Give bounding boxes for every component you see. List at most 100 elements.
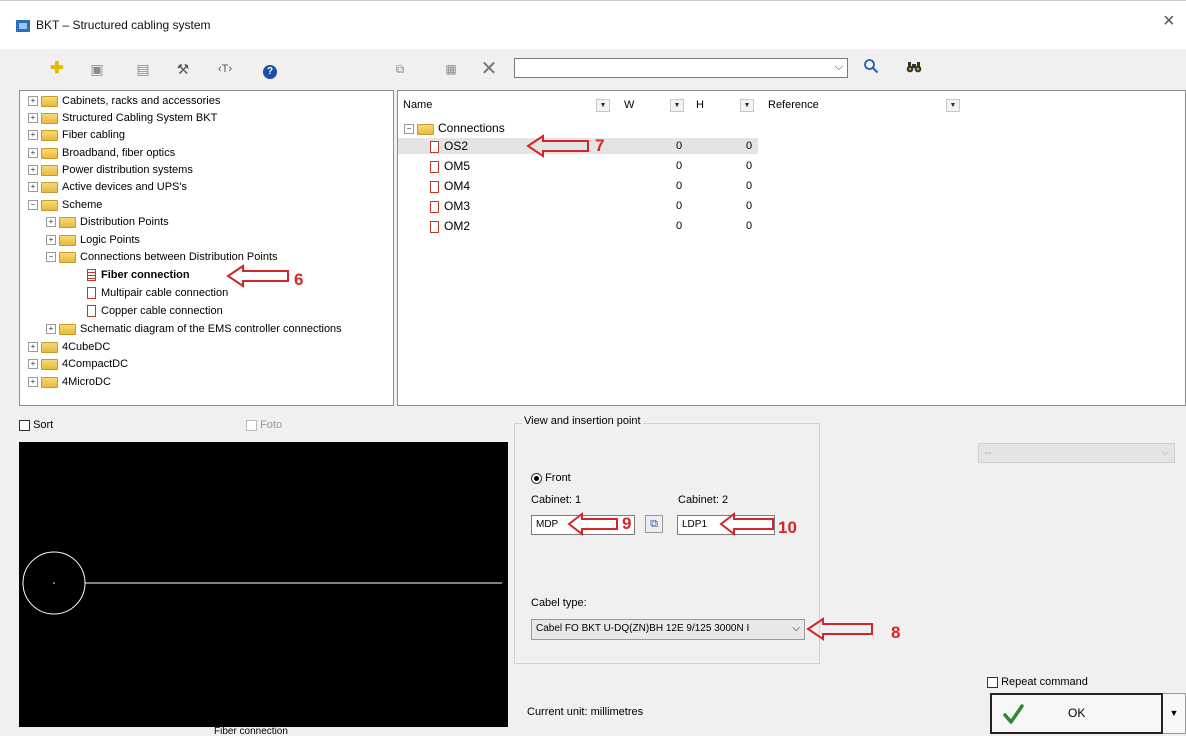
column-filter-button[interactable]: ▼ — [670, 99, 684, 112]
column-filter-button[interactable]: ▼ — [740, 99, 754, 112]
tree-item-selected[interactable]: Fiber connection — [87, 267, 190, 283]
checkbox-box[interactable] — [19, 419, 30, 431]
cell-w: 0 — [676, 160, 683, 172]
tree-item[interactable]: + Logic Points — [46, 232, 140, 248]
table-icon[interactable]: ▦ — [440, 58, 462, 80]
table-row[interactable]: OM4 — [430, 178, 470, 194]
document-icon — [430, 200, 439, 213]
search-combobox[interactable]: ⌵ — [514, 58, 848, 78]
folder-icon — [417, 123, 434, 135]
fiber-preview-drawing — [22, 551, 502, 615]
binoculars-icon[interactable] — [903, 58, 925, 80]
insert-icon[interactable]: ▣ — [86, 58, 108, 80]
app-icon — [16, 20, 30, 32]
delete-icon[interactable]: ✕ — [478, 58, 500, 80]
expand-icon[interactable]: + — [28, 96, 38, 107]
checkbox-box[interactable] — [987, 676, 998, 688]
table-row[interactable]: OM2 — [430, 218, 470, 234]
tree-item[interactable]: + Fiber cabling — [28, 127, 125, 143]
expand-icon[interactable]: + — [28, 148, 38, 159]
cable-type-select[interactable]: Cabel FO BKT U-DQ(ZN)BH 12E 9/125 3000N … — [531, 619, 805, 640]
tree-item[interactable]: +4CubeDC — [28, 339, 110, 355]
tree-item[interactable]: − Scheme — [28, 197, 102, 213]
expand-icon[interactable]: + — [28, 342, 38, 353]
column-header-h[interactable]: H — [696, 97, 704, 113]
list-icon[interactable]: ▤ — [132, 58, 154, 80]
pick-cabinet-button[interactable]: ⧉ — [645, 515, 663, 533]
column-header-name[interactable]: Name — [403, 97, 432, 113]
checkbox-box[interactable] — [246, 419, 257, 431]
folder-icon — [59, 216, 76, 228]
copy-icon[interactable]: ⧉ — [389, 58, 411, 80]
sort-checkbox[interactable]: Sort — [19, 419, 53, 431]
expand-icon[interactable]: + — [28, 165, 38, 176]
tree-item[interactable]: + Schematic diagram of the EMS controller… — [46, 321, 342, 337]
table-group[interactable]: − Connections — [404, 120, 505, 136]
tree-item[interactable]: + Active devices and UPS's — [28, 179, 187, 195]
collapse-icon[interactable]: − — [404, 124, 414, 135]
repeat-checkbox[interactable]: Repeat command — [987, 676, 1088, 688]
folder-icon — [41, 129, 58, 141]
items-table[interactable]: Name ▼ W ▼ H ▼ Reference ▼ − Connections … — [397, 90, 1186, 406]
tree-item[interactable]: + Power distribution systems — [28, 162, 193, 178]
annotation-arrow-8 — [806, 617, 873, 641]
column-filter-button[interactable]: ▼ — [946, 99, 960, 112]
expand-icon[interactable]: + — [28, 377, 38, 388]
cell-h: 0 — [746, 180, 753, 192]
column-header-w[interactable]: W — [624, 97, 634, 113]
collapse-icon[interactable]: − — [28, 200, 38, 211]
tree-item[interactable]: Multipair cable connection — [87, 285, 228, 301]
table-row[interactable]: OM3 — [430, 198, 470, 214]
close-button[interactable]: × — [1163, 11, 1175, 31]
cell-w: 0 — [676, 180, 683, 192]
preview-caption: Fiber connection — [214, 727, 288, 736]
tree-item[interactable]: +4CompactDC — [28, 356, 128, 372]
cell-h: 0 — [746, 220, 753, 232]
annotation-label-7: 7 — [595, 136, 605, 155]
tree-item[interactable]: +4MicroDC — [28, 374, 111, 390]
table-row[interactable]: OM5 — [430, 158, 470, 174]
tree-item[interactable]: Copper cable connection — [87, 303, 223, 319]
add-icon[interactable]: ✚ — [46, 58, 68, 80]
ok-button[interactable]: OK — [990, 693, 1163, 734]
expand-icon[interactable]: + — [28, 113, 38, 124]
expand-icon[interactable]: + — [46, 235, 56, 246]
table-row[interactable]: OS2 — [430, 138, 468, 154]
checkmark-icon — [1003, 704, 1024, 724]
tree-item[interactable]: + Cabinets, racks and accessories — [28, 93, 220, 109]
expand-icon[interactable]: + — [46, 324, 56, 335]
foto-checkbox[interactable]: Foto — [246, 419, 282, 431]
view-select-value: -- — [984, 447, 992, 459]
annotation-label-10: 10 — [778, 518, 797, 537]
expand-icon[interactable]: + — [28, 182, 38, 193]
help-icon[interactable]: ? — [259, 58, 281, 80]
annotation-arrow-7 — [526, 134, 589, 158]
folder-icon — [41, 358, 58, 370]
column-header-reference[interactable]: Reference — [768, 97, 819, 113]
front-radio[interactable]: Front — [531, 472, 571, 484]
tools-icon[interactable]: ⚒ — [172, 58, 194, 80]
folder-icon — [41, 376, 58, 388]
column-filter-button[interactable]: ▼ — [596, 99, 610, 112]
window-title: BKT – Structured cabling system — [36, 18, 211, 32]
annotation-label-9: 9 — [622, 514, 632, 533]
magnifier-icon[interactable] — [860, 58, 882, 80]
tree-item[interactable]: + Distribution Points — [46, 214, 169, 230]
folder-icon — [59, 251, 76, 263]
cell-w: 0 — [676, 220, 683, 232]
tree-item[interactable]: + Broadband, fiber optics — [28, 145, 175, 161]
expand-icon[interactable]: + — [46, 217, 56, 228]
ok-dropdown-button[interactable]: ▼ — [1163, 693, 1186, 734]
annotation-arrow-9 — [567, 511, 618, 537]
tree-item[interactable]: + Structured Cabling System BKT — [28, 110, 217, 126]
expand-icon[interactable]: + — [28, 130, 38, 141]
cell-h: 0 — [746, 140, 753, 152]
cell-w: 0 — [676, 200, 683, 212]
expand-icon[interactable]: + — [28, 359, 38, 370]
view-select[interactable]: -- ⌵ — [978, 443, 1175, 463]
text-icon[interactable]: ‹T› — [214, 58, 236, 80]
document-icon — [430, 160, 439, 173]
chevron-down-icon: ⌵ — [834, 61, 843, 73]
catalog-tree[interactable]: + Cabinets, racks and accessories + Struct… — [19, 90, 394, 406]
collapse-icon[interactable]: − — [46, 252, 56, 263]
